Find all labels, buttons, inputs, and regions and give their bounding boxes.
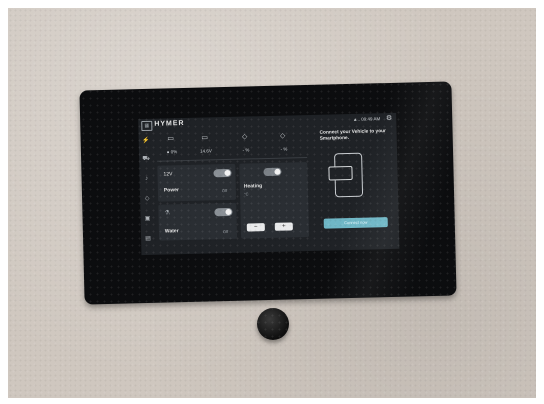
power-icon[interactable]: ⚡ xyxy=(142,137,150,145)
sidebar: ⚡ ⛟ ♪ ◇ ▣ ▤ xyxy=(138,131,155,255)
light-icon[interactable]: ♪ xyxy=(143,175,151,183)
power-tile[interactable]: 12V Power Off xyxy=(157,163,237,202)
heating-unit: °C xyxy=(243,191,249,197)
screen: ▦ HYMER ▲.. 09:49 AM ⚙ ⚡ ⛟ ♪ ◇ ▣ ▤ ▭ ● 0… xyxy=(138,112,400,256)
logo-icon: ▦ xyxy=(141,120,153,132)
control-knob[interactable] xyxy=(257,308,289,340)
van-icon[interactable]: ▤ xyxy=(144,235,152,243)
heating-increase-button[interactable]: + xyxy=(274,222,293,231)
vehicle-icon[interactable]: ⛟ xyxy=(142,155,150,163)
vehicle-battery-icon: ▭ xyxy=(201,134,209,142)
fresh-water-value: - % xyxy=(242,147,250,153)
heating-label: Heating xyxy=(243,183,263,190)
photo-background: ▦ HYMER ▲.. 09:49 AM ⚙ ⚡ ⛟ ♪ ◇ ▣ ▤ ▭ ● 0… xyxy=(8,8,536,398)
settings-icon[interactable]: ⚙ xyxy=(386,114,392,122)
heating-toggle[interactable] xyxy=(263,167,282,177)
van-icon xyxy=(328,165,353,181)
grey-water-value: - % xyxy=(280,146,288,152)
power-label: Power xyxy=(163,187,179,194)
fresh-water-icon: ◇ xyxy=(241,133,248,141)
tablet-bezel: ▦ HYMER ▲.. 09:49 AM ⚙ ⚡ ⛟ ♪ ◇ ▣ ▤ ▭ ● 0… xyxy=(79,81,457,305)
brand-logo: HYMER xyxy=(154,120,185,128)
battery-icon: ▭ xyxy=(167,135,175,143)
battery-value: ● 0% xyxy=(166,149,178,155)
box-icon[interactable]: ▣ xyxy=(144,215,152,223)
water-state: Off xyxy=(222,228,229,235)
vehicle-battery-value: 14.6V xyxy=(200,148,212,154)
water-pump-icon: ⚗ xyxy=(164,210,170,217)
connect-panel: Connect your Vehicle to your Smartphone.… xyxy=(313,127,396,249)
grey-water-icon: ◇ xyxy=(279,132,286,140)
connect-title: Connect your Vehicle to your Smartphone. xyxy=(319,129,386,142)
power-voltage: 12V xyxy=(163,171,173,178)
status-time: ▲.. 09:49 AM xyxy=(352,116,381,122)
power-toggle[interactable] xyxy=(213,168,232,178)
heating-decrease-button[interactable]: − xyxy=(246,223,265,232)
water-label: Water xyxy=(164,228,179,235)
water-tile[interactable]: ⚗ Water Off xyxy=(158,202,238,241)
water-drop-icon[interactable]: ◇ xyxy=(143,195,151,203)
connect-button[interactable]: Connect now xyxy=(323,217,388,229)
power-state: Off xyxy=(221,187,228,194)
heating-tile[interactable]: Heating °C − + xyxy=(239,162,310,239)
water-toggle[interactable] xyxy=(214,207,233,217)
